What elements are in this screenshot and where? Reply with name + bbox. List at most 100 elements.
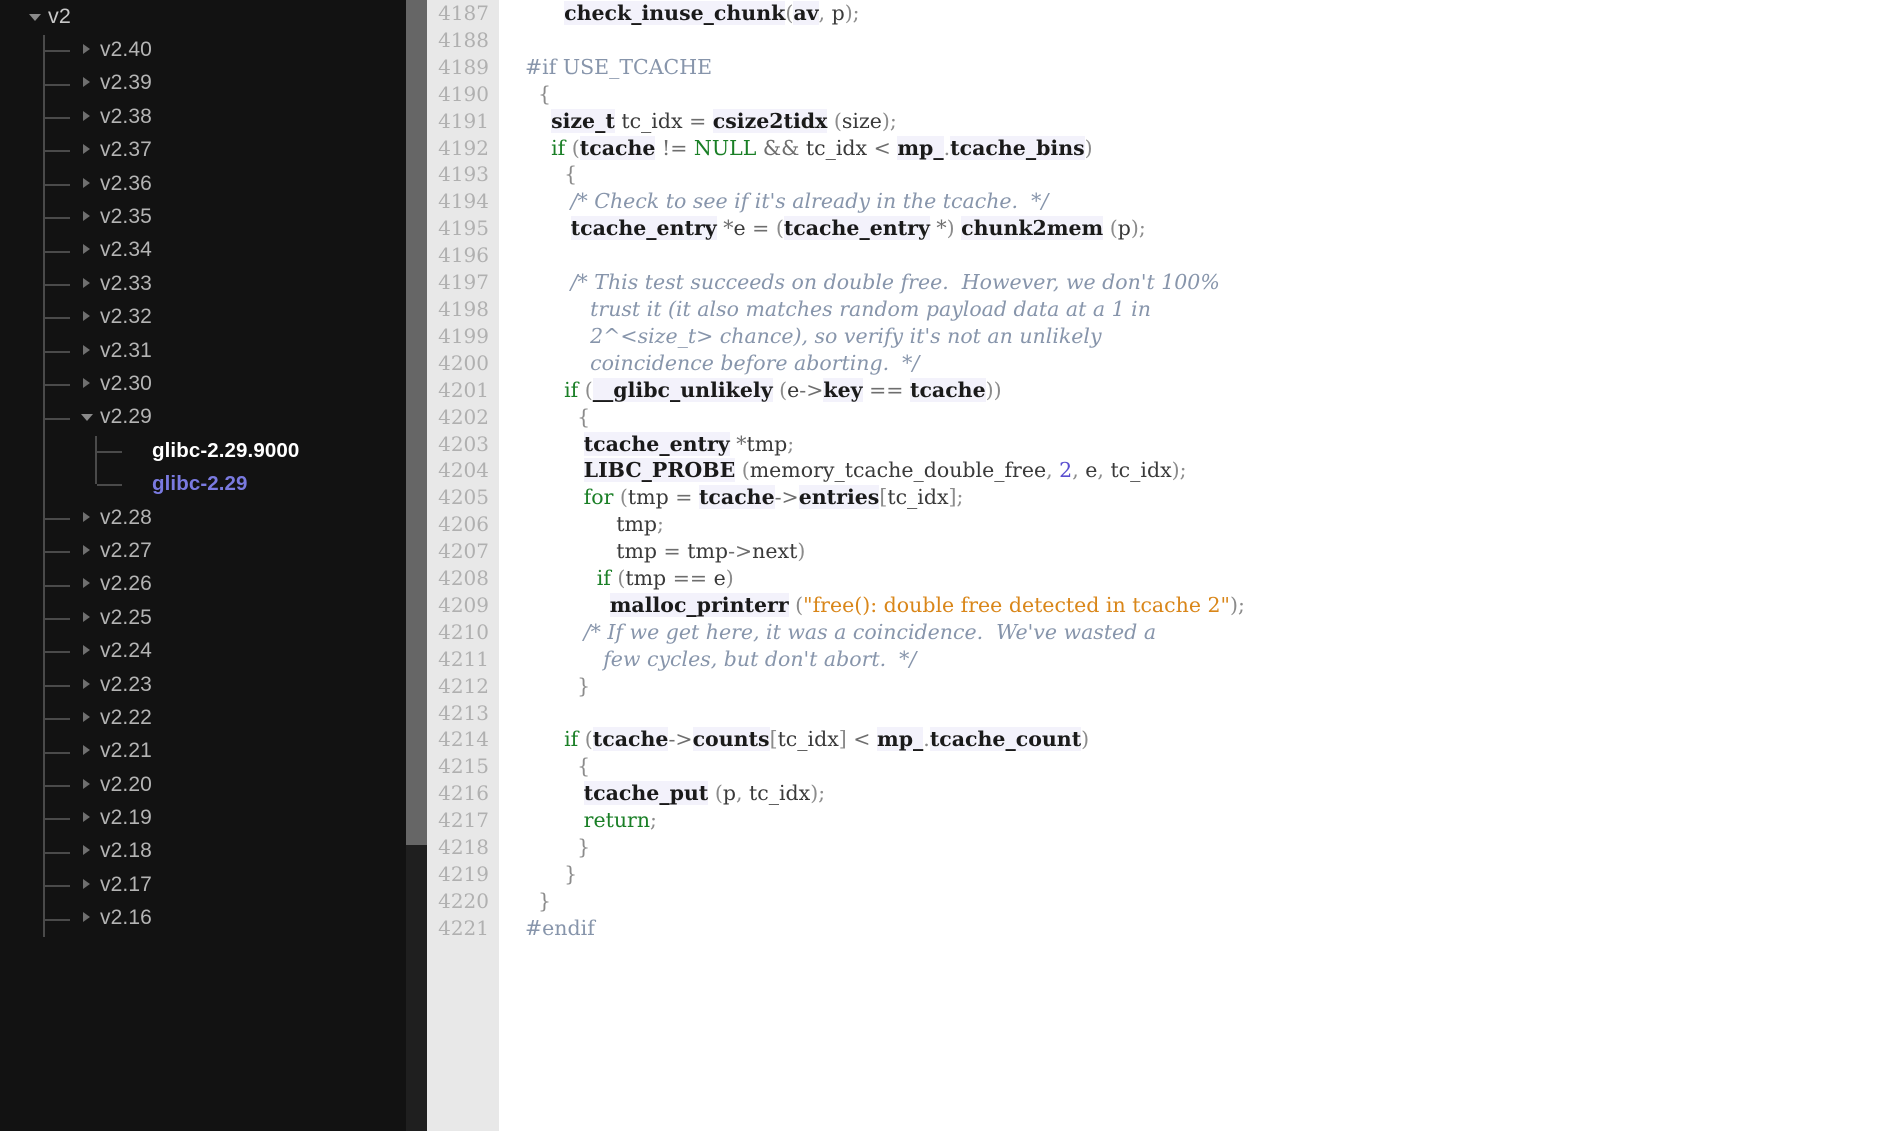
- code-line[interactable]: /* Check to see if it's already in the t…: [525, 188, 1895, 215]
- code-line[interactable]: tcache_entry *tmp;: [525, 431, 1895, 458]
- code-line[interactable]: coincidence before aborting. */: [525, 350, 1895, 377]
- tree-guide-elbow: [45, 684, 70, 687]
- chevron-right-icon[interactable]: [80, 611, 94, 625]
- code-line[interactable]: 2^<size_t> chance), so verify it's not a…: [525, 323, 1895, 350]
- code-line[interactable]: tmp;: [525, 511, 1895, 538]
- chevron-down-icon[interactable]: [80, 410, 94, 424]
- tree-item-v2[interactable]: v2: [0, 0, 427, 33]
- code-token-plain: tc_idx: [805, 135, 874, 160]
- code-token-id: tcache: [592, 727, 669, 752]
- tree-item-glibc-2-29[interactable]: glibc-2.29: [0, 467, 427, 500]
- line-number: 4213: [438, 700, 489, 725]
- line-number: 4193: [438, 162, 489, 187]
- code-line[interactable]: trust it (it also matches random payload…: [525, 296, 1895, 323]
- code-line[interactable]: [525, 242, 1895, 269]
- tree-item-label: v2.28: [100, 505, 152, 529]
- chevron-right-icon[interactable]: [80, 110, 94, 124]
- code-token-num: 2: [1059, 458, 1073, 483]
- code-token-cmt: /* Check to see if it's already in the t…: [570, 189, 1049, 214]
- code-token-plain: size: [841, 108, 882, 133]
- tree-item-label: v2.20: [100, 772, 152, 796]
- chevron-right-icon[interactable]: [80, 344, 94, 358]
- code-line[interactable]: tcache_put (p, tc_idx);: [525, 780, 1895, 807]
- chevron-right-icon[interactable]: [80, 678, 94, 692]
- code-line[interactable]: }: [525, 888, 1895, 915]
- sidebar-scrollbar-track[interactable]: [406, 0, 427, 1131]
- code-viewer: 4187 4188 4189 4190 4191 4192 4193 4194 4195 4196…: [427, 0, 1895, 1131]
- chevron-right-icon[interactable]: [80, 76, 94, 90]
- chevron-right-icon[interactable]: [80, 143, 94, 157]
- sidebar-scrollbar-thumb[interactable]: [406, 0, 427, 845]
- chevron-right-icon[interactable]: [80, 544, 94, 558]
- code-line[interactable]: #endif: [525, 915, 1895, 942]
- chevron-right-icon[interactable]: [80, 811, 94, 825]
- code-token-punct: {: [525, 754, 591, 779]
- code-line[interactable]: /* This test succeeds on double free. Ho…: [525, 269, 1895, 296]
- chevron-right-icon[interactable]: [80, 744, 94, 758]
- code-line[interactable]: if (tcache != NULL && tc_idx < mp_.tcach…: [525, 135, 1895, 162]
- chevron-right-icon[interactable]: [80, 243, 94, 257]
- code-line[interactable]: {: [525, 404, 1895, 431]
- chevron-right-icon[interactable]: [80, 878, 94, 892]
- chevron-right-icon[interactable]: [80, 277, 94, 291]
- code-line[interactable]: return;: [525, 807, 1895, 834]
- code-line[interactable]: }: [525, 673, 1895, 700]
- tree-item-label: glibc-2.29.9000: [152, 438, 300, 462]
- code-line[interactable]: malloc_printerr ("free(): double free de…: [525, 592, 1895, 619]
- chevron-right-icon[interactable]: [80, 210, 94, 224]
- code-line[interactable]: }: [525, 834, 1895, 861]
- code-line[interactable]: for (tmp = tcache->entries[tc_idx];: [525, 484, 1895, 511]
- chevron-down-icon[interactable]: [28, 10, 42, 24]
- code-line[interactable]: [525, 700, 1895, 727]
- code-line[interactable]: if (tmp == e): [525, 565, 1895, 592]
- code-line[interactable]: {: [525, 753, 1895, 780]
- code-token-punct: );: [810, 781, 826, 806]
- app-root: v2 v2.40 v2.39 v2.38 v2.37 v2.36 v2.35 v2.34 v2.…: [0, 0, 1895, 1131]
- code-line[interactable]: tcache_entry *e = (tcache_entry *) chunk…: [525, 215, 1895, 242]
- code-line[interactable]: check_inuse_chunk(av, p);: [525, 0, 1895, 27]
- code-line[interactable]: /* If we get here, it was a coincidence.…: [525, 619, 1895, 646]
- code-token-punct: (: [619, 485, 628, 510]
- code-line[interactable]: LIBC_PROBE (memory_tcache_double_free, 2…: [525, 457, 1895, 484]
- tree-guide-elbow: [45, 517, 70, 520]
- code-token-id: tcache_entry: [570, 216, 717, 241]
- source-code-area[interactable]: check_inuse_chunk(av, p); #if USE_TCACHE…: [499, 0, 1895, 1131]
- line-number: 4215: [438, 754, 489, 779]
- code-line[interactable]: [525, 27, 1895, 54]
- chevron-right-icon[interactable]: [80, 577, 94, 591]
- line-number: 4194: [438, 189, 489, 214]
- chevron-right-icon[interactable]: [80, 310, 94, 324]
- tree-guide-elbow: [45, 116, 70, 119]
- tree-item-glibc-2-29-9000[interactable]: glibc-2.29.9000: [0, 434, 427, 467]
- chevron-right-icon[interactable]: [80, 644, 94, 658]
- code-token-punct: (: [779, 377, 788, 402]
- chevron-right-icon[interactable]: [80, 43, 94, 57]
- code-line[interactable]: if (__glibc_unlikely (e->key == tcache)): [525, 377, 1895, 404]
- code-token-plain: tc_idx: [1110, 458, 1172, 483]
- code-token-punct: {: [525, 404, 591, 429]
- code-line[interactable]: few cycles, but don't abort. */: [525, 646, 1895, 673]
- code-token-punct: (: [1109, 216, 1118, 241]
- chevron-right-icon[interactable]: [80, 377, 94, 391]
- chevron-right-icon[interactable]: [80, 711, 94, 725]
- chevron-right-icon[interactable]: [80, 511, 94, 525]
- code-line[interactable]: {: [525, 161, 1895, 188]
- chevron-right-icon[interactable]: [80, 911, 94, 925]
- code-line[interactable]: if (tcache->counts[tc_idx] < mp_.tcache_…: [525, 726, 1895, 753]
- line-number: 4197: [438, 270, 489, 295]
- code-line[interactable]: }: [525, 861, 1895, 888]
- code-token-plain: e: [733, 216, 753, 241]
- code-token-cmt: coincidence before aborting. */: [590, 350, 920, 375]
- code-token-punct: ,: [735, 781, 749, 806]
- chevron-right-icon[interactable]: [80, 778, 94, 792]
- chevron-right-icon[interactable]: [80, 844, 94, 858]
- code-line[interactable]: {: [525, 81, 1895, 108]
- chevron-right-icon[interactable]: [80, 177, 94, 191]
- code-line[interactable]: size_t tc_idx = csize2tidx (size);: [525, 108, 1895, 135]
- code-line[interactable]: tmp = tmp->next): [525, 538, 1895, 565]
- code-token-punct: (: [775, 216, 784, 241]
- code-line[interactable]: #if USE_TCACHE: [525, 54, 1895, 81]
